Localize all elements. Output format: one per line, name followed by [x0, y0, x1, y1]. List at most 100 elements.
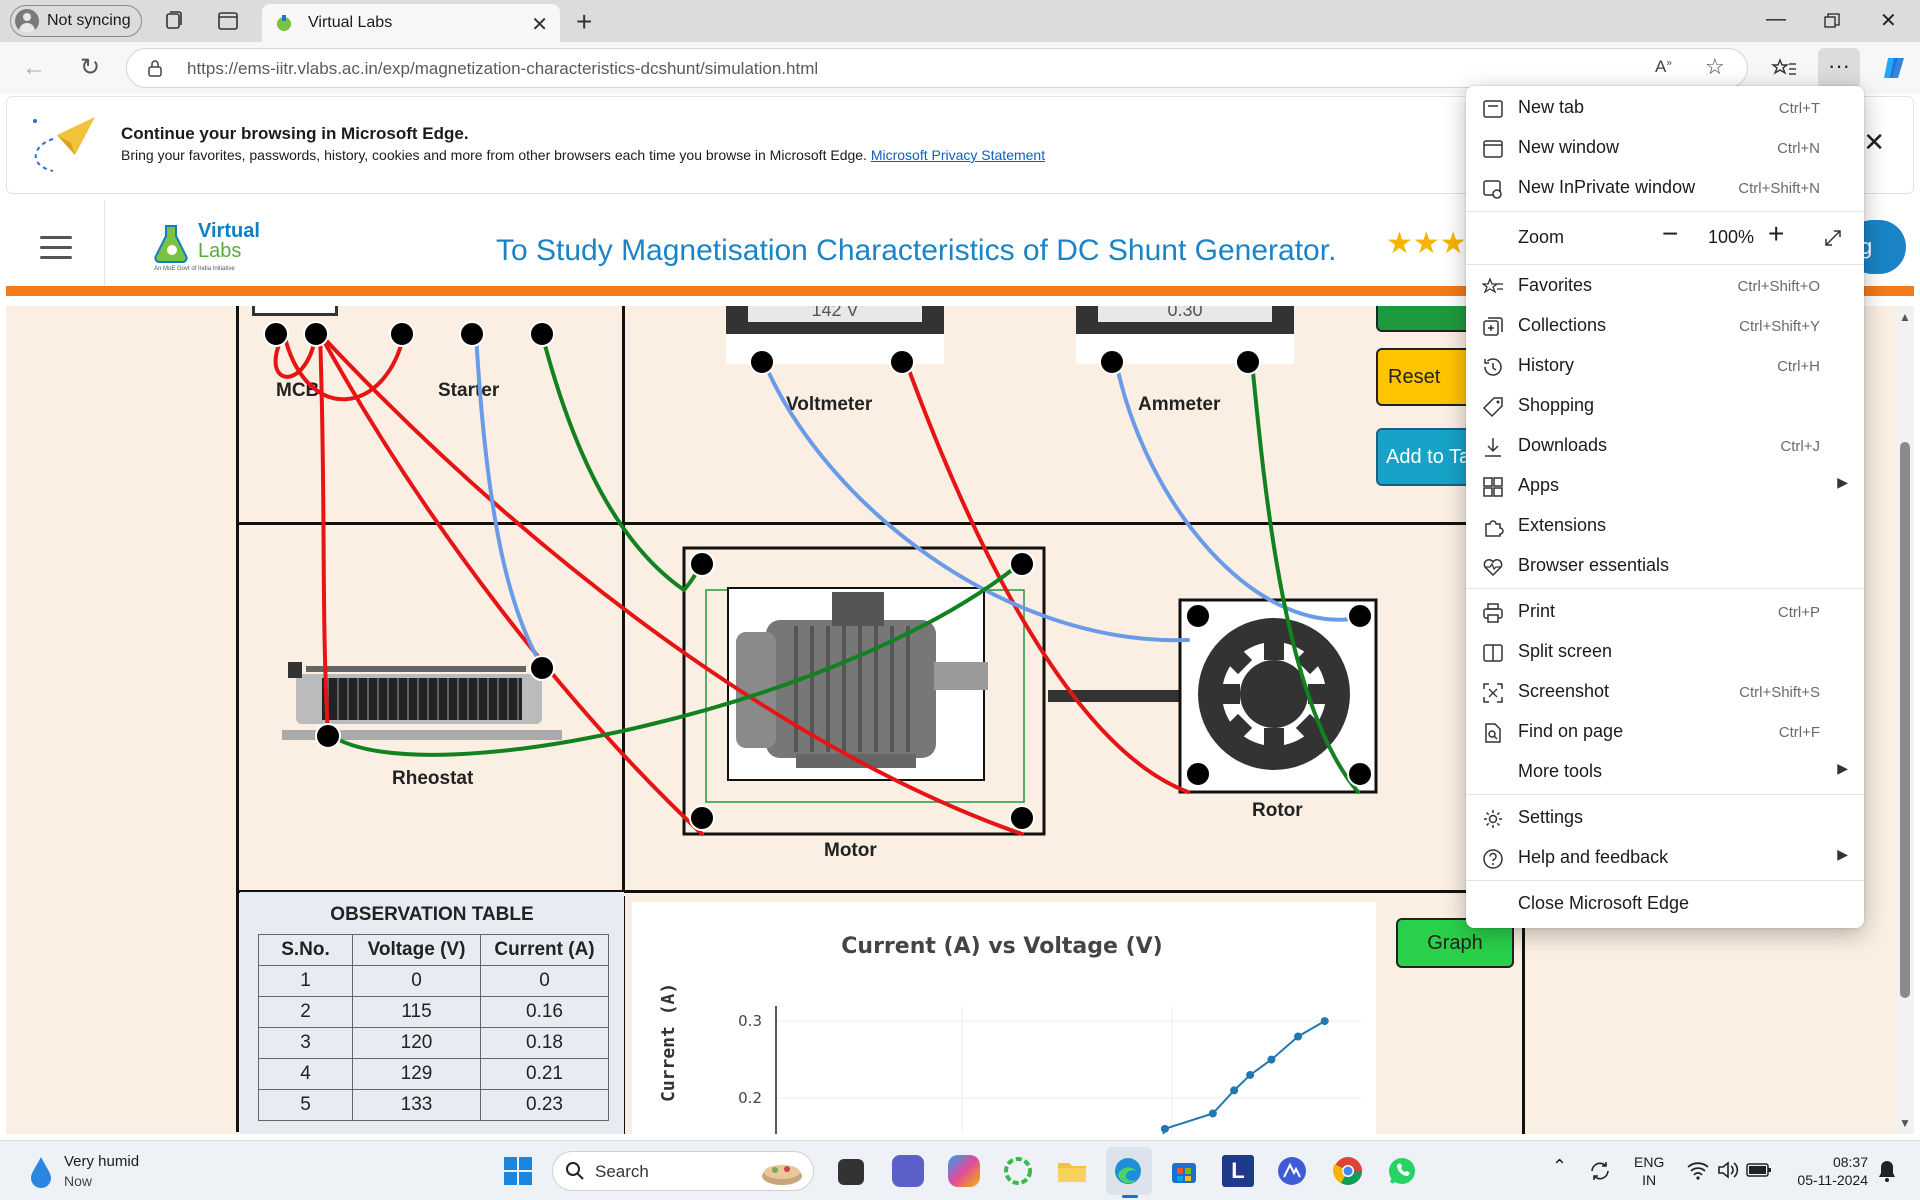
menu-label: Close Microsoft Edge — [1518, 893, 1690, 913]
whatsapp-icon[interactable] — [1386, 1155, 1418, 1187]
menu-item-more-tools[interactable]: More tools ▶ — [1466, 752, 1864, 792]
y-tick-label: 0.2 — [738, 1089, 762, 1107]
observation-table-panel: OBSERVATION TABLE S.No. Voltage (V) Curr… — [240, 892, 624, 1134]
task-view-icon[interactable] — [838, 1159, 864, 1185]
windows-start-icon[interactable] — [502, 1155, 534, 1187]
copilot-app-icon[interactable] — [948, 1155, 980, 1187]
menu-item-collections[interactable]: Collections Ctrl+Shift+Y — [1466, 306, 1864, 346]
scroll-up-icon[interactable]: ▲ — [1899, 310, 1911, 324]
menu-item-apps[interactable]: Apps ▶ — [1466, 466, 1864, 506]
teams-icon[interactable] — [892, 1155, 924, 1187]
tab-actions-icon[interactable] — [216, 9, 240, 33]
notification-bell-icon[interactable] — [1876, 1159, 1898, 1183]
circle-app-icon[interactable] — [1002, 1155, 1034, 1187]
menu-item-new-tab[interactable]: New tab Ctrl+T — [1466, 88, 1864, 128]
menu-item-find-on-page[interactable]: Find on page Ctrl+F — [1466, 712, 1864, 752]
favorite-star-icon[interactable]: ☆ — [1705, 54, 1725, 80]
language-indicator[interactable]: ENG IN — [1634, 1153, 1664, 1189]
clock-time: 08:37 — [1832, 1154, 1868, 1170]
lock-icon[interactable] — [147, 59, 163, 77]
menu-item-shopping[interactable]: Shopping — [1466, 386, 1864, 426]
menu-shortcut: Ctrl+N — [1777, 140, 1820, 157]
history-icon — [1484, 358, 1502, 376]
menu-item-settings[interactable]: Settings — [1466, 798, 1864, 838]
battery-icon[interactable] — [1746, 1161, 1772, 1179]
cell: 2 — [258, 996, 353, 1028]
url-text[interactable]: https://ems-iitr.vlabs.ac.in/exp/magneti… — [187, 59, 818, 79]
menu-shortcut: Ctrl+P — [1777, 604, 1820, 621]
chrome-icon[interactable] — [1332, 1155, 1364, 1187]
l-app-icon[interactable]: L — [1222, 1155, 1254, 1187]
favorites-bar-icon[interactable] — [1770, 54, 1798, 82]
window-icon — [1483, 140, 1503, 158]
file-explorer-icon[interactable] — [1056, 1155, 1088, 1187]
new-tab-button[interactable]: + — [576, 6, 592, 38]
inprivate-icon — [1483, 180, 1502, 199]
search-icon — [566, 1162, 584, 1180]
menu-label: Find on page — [1518, 721, 1624, 741]
fullscreen-icon[interactable] — [1822, 227, 1844, 249]
zoom-out-button[interactable]: − — [1662, 218, 1678, 250]
restore-icon[interactable] — [1824, 13, 1840, 29]
menu-item-screenshot[interactable]: Screenshot Ctrl+Shift+S — [1466, 672, 1864, 712]
logo-line2: Labs — [198, 240, 242, 262]
menu-item-print[interactable]: Print Ctrl+P — [1466, 592, 1864, 632]
menu-shortcut: Ctrl+H — [1777, 358, 1820, 375]
menu-item-new-inprivate-window[interactable]: New InPrivate window Ctrl+Shift+N — [1466, 168, 1864, 208]
close-banner-icon[interactable]: ✕ — [1863, 127, 1885, 158]
settings-more-button[interactable]: ··· — [1818, 48, 1860, 88]
volume-icon[interactable] — [1716, 1159, 1740, 1181]
menu-label: Browser essentials — [1518, 555, 1670, 575]
menu-item-browser-essentials[interactable]: Browser essentials — [1466, 546, 1864, 586]
vector-app-icon[interactable] — [1276, 1155, 1308, 1187]
minimize-icon[interactable]: — — [1766, 8, 1786, 31]
tray-chevron-icon[interactable]: ⌃ — [1552, 1157, 1567, 1175]
scroll-down-icon[interactable]: ▼ — [1899, 1116, 1911, 1130]
back-icon[interactable]: ← — [20, 54, 48, 82]
menu-label: New tab — [1518, 97, 1585, 117]
menu-item-downloads[interactable]: Downloads Ctrl+J — [1466, 426, 1864, 466]
menu-item-help-and-feedback[interactable]: Help and feedback ▶ — [1466, 838, 1864, 878]
refresh-icon[interactable]: ↻ — [76, 54, 104, 82]
flask-logo-icon — [154, 225, 188, 264]
taskbar-search[interactable]: Search — [552, 1151, 814, 1191]
title-bar: Not syncing Virtual Labs ✕ + — ✕ — [0, 0, 1920, 42]
close-window-icon[interactable]: ✕ — [1880, 8, 1897, 33]
data-point — [1208, 1109, 1217, 1118]
address-bar[interactable]: https://ems-iitr.vlabs.ac.in/exp/magneti… — [126, 48, 1748, 88]
sync-icon[interactable] — [1588, 1159, 1612, 1183]
store-icon[interactable] — [1168, 1155, 1200, 1187]
table-row: 3 120 0.18 — [258, 1027, 609, 1059]
menu-item-extensions[interactable]: Extensions — [1466, 506, 1864, 546]
screenshot-icon — [1483, 683, 1503, 703]
copilot-icon[interactable] — [1880, 54, 1908, 82]
page-scrollbar[interactable]: ▲ ▼ — [1896, 306, 1914, 1134]
menu-item-new-window[interactable]: New window Ctrl+N — [1466, 128, 1864, 168]
cell: 133 — [352, 1089, 481, 1121]
rotor-gear-icon — [1198, 618, 1350, 770]
profile-button[interactable]: Not syncing — [10, 5, 142, 37]
graph-panel: Current (A) vs Voltage (V) Current (A) 0… — [632, 902, 1376, 1134]
close-tab-icon[interactable]: ✕ — [531, 12, 548, 37]
zoom-in-button[interactable]: + — [1768, 218, 1784, 250]
edge-icon[interactable] — [1112, 1155, 1144, 1187]
rating-stars[interactable]: ★★★ — [1386, 226, 1467, 261]
menu-item-split-screen[interactable]: Split screen — [1466, 632, 1864, 672]
menu-label: Favorites — [1518, 275, 1593, 295]
workspaces-icon[interactable] — [162, 9, 186, 33]
menu-shortcut: Ctrl+Shift+O — [1737, 278, 1820, 295]
clock[interactable]: 08:37 05-11-2024 — [1786, 1153, 1868, 1189]
menu-item-favorites[interactable]: Favorites Ctrl+Shift+O — [1466, 266, 1864, 306]
privacy-statement-link[interactable]: Microsoft Privacy Statement — [871, 147, 1045, 163]
scrollbar-thumb[interactable] — [1900, 442, 1910, 998]
read-aloud-icon[interactable]: A» — [1655, 57, 1672, 77]
table-row: 100 — [258, 965, 609, 997]
menu-shortcut: Ctrl+Shift+S — [1739, 684, 1820, 701]
tab-virtual-labs[interactable]: Virtual Labs ✕ — [262, 4, 560, 42]
menu-item-close-edge[interactable]: Close Microsoft Edge — [1466, 884, 1864, 924]
menu-item-history[interactable]: History Ctrl+H — [1466, 346, 1864, 386]
extensions-icon — [1485, 520, 1504, 537]
virtual-labs-logo[interactable]: Virtual Labs An MoE Govt of India Initia… — [146, 214, 266, 280]
hamburger-menu-icon[interactable] — [40, 236, 72, 260]
wifi-icon[interactable] — [1686, 1159, 1710, 1181]
